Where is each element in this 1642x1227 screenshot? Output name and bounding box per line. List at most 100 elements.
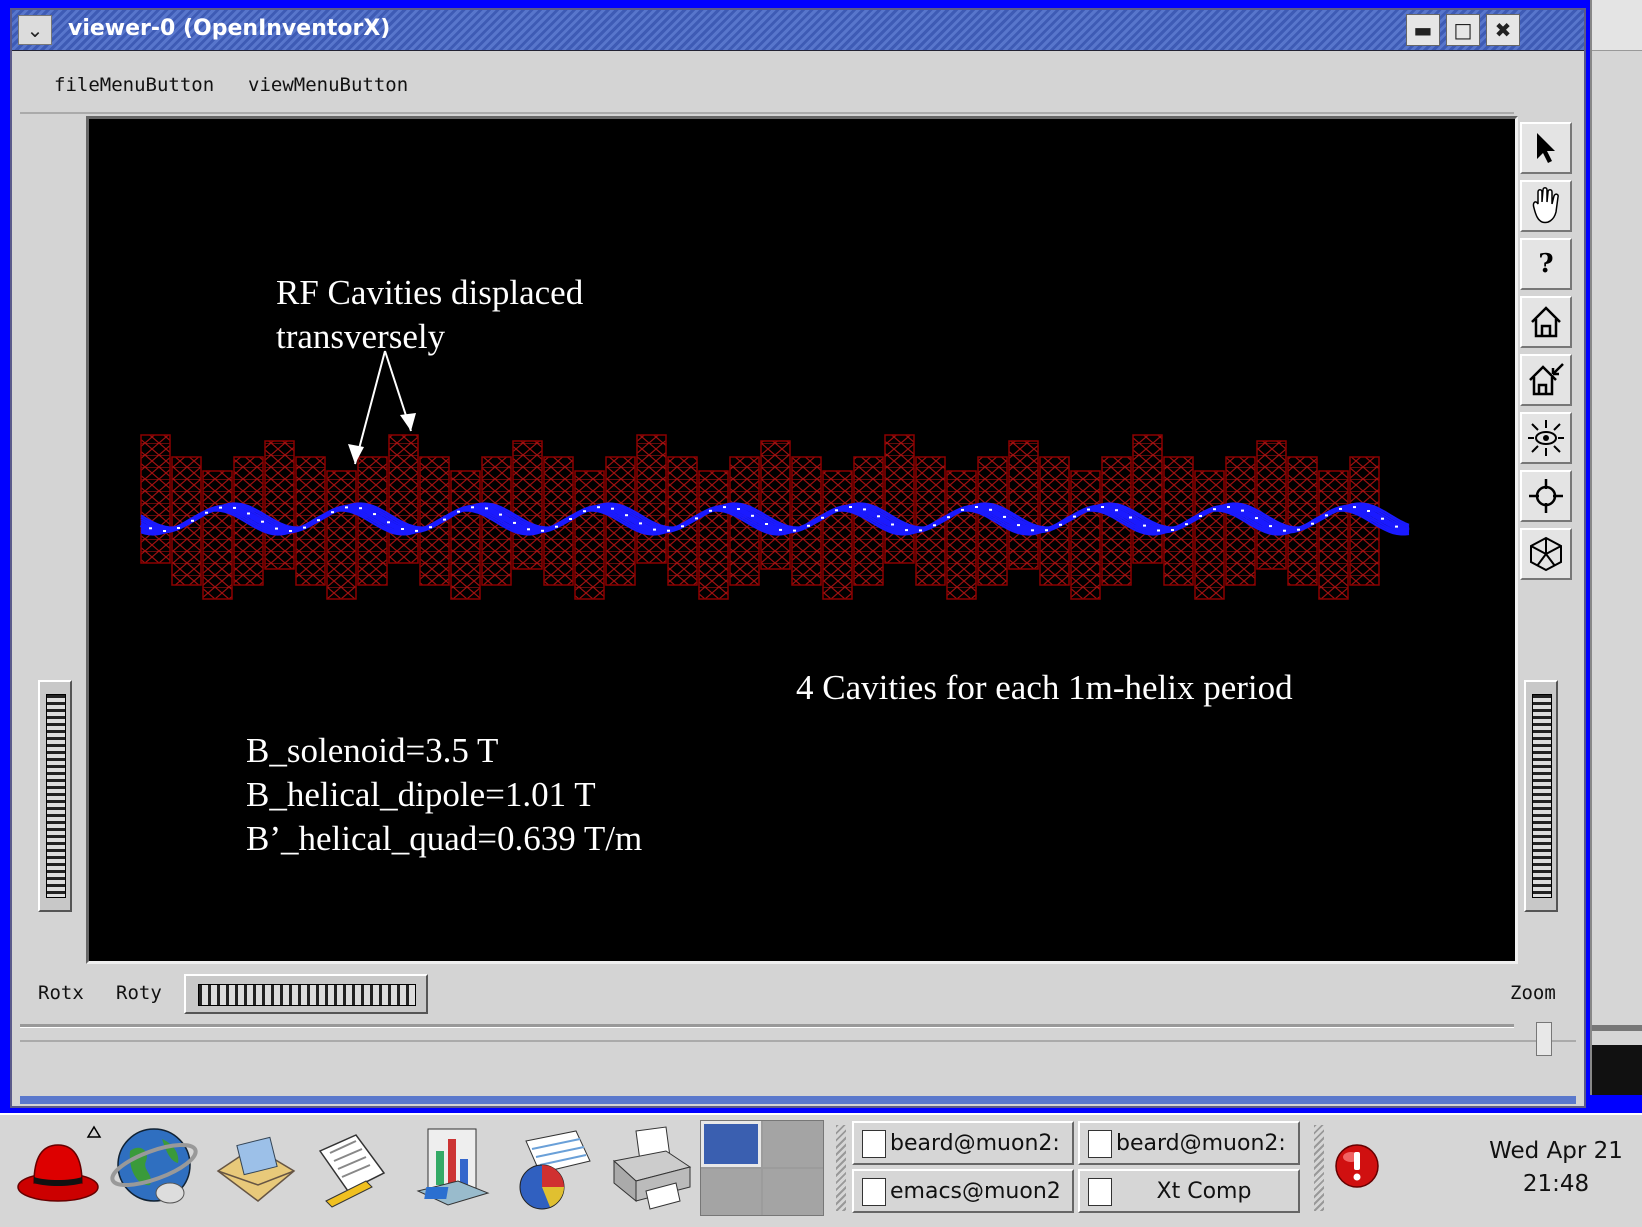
workspace-pager[interactable] [700, 1120, 824, 1216]
beam-highlight [919, 529, 922, 532]
resize-grip[interactable] [1536, 1022, 1552, 1056]
beam-highlight [233, 506, 236, 509]
workspace-3[interactable] [701, 1169, 761, 1215]
web-browser-launcher[interactable] [110, 1121, 198, 1215]
task-beard-terminal-2[interactable]: beard@muon2: [1078, 1121, 1300, 1165]
rotx-thumbwheel[interactable] [38, 680, 72, 912]
beam-highlight [779, 528, 782, 531]
printer-launcher[interactable] [606, 1121, 692, 1215]
beam-highlight [1353, 506, 1356, 509]
separator [20, 1024, 1514, 1028]
beam-highlight [219, 506, 222, 509]
beam-highlight [681, 525, 684, 528]
background-window [1590, 0, 1642, 1095]
document-icon [862, 1130, 886, 1158]
set-home-button[interactable] [1520, 354, 1572, 406]
beam-highlight [401, 528, 404, 530]
pick-mode-button[interactable] [1520, 122, 1572, 174]
beam-highlight [513, 521, 516, 524]
beam-highlight [835, 509, 838, 512]
beam-highlight [499, 513, 502, 516]
beam-highlight [541, 529, 544, 532]
rf-cavity [574, 470, 605, 600]
beam-highlight [1129, 516, 1132, 519]
notification-grip[interactable] [1314, 1125, 1324, 1211]
help-button[interactable]: ? [1520, 238, 1572, 290]
beam-highlight [1157, 529, 1160, 532]
task-xt-comp[interactable]: Xt Comp [1078, 1169, 1300, 1213]
projection-button[interactable] [1520, 528, 1572, 580]
clock-date: Wed Apr 21 [1489, 1138, 1623, 1164]
rf-cavity [1194, 470, 1225, 600]
rf-cavity [264, 440, 295, 570]
3d-viewport[interactable]: RF Cavities displaced transversely 4 Cav… [86, 116, 1518, 964]
presentation-launcher[interactable] [408, 1121, 494, 1215]
redhat-menu-button[interactable] [16, 1121, 102, 1215]
beam-highlight [359, 507, 362, 510]
set-home-icon [1529, 363, 1564, 396]
beam-highlight [667, 529, 670, 532]
beam-highlight [877, 515, 880, 518]
beam-highlight [849, 506, 852, 508]
clock[interactable]: Wed Apr 21 21:48 [1476, 1135, 1636, 1201]
tasklist-grip[interactable] [836, 1125, 846, 1211]
workspace-1[interactable] [701, 1121, 761, 1167]
seek-button[interactable] [1520, 470, 1572, 522]
printer-icon [612, 1126, 692, 1210]
beam-highlight [975, 506, 978, 508]
beam-highlight [737, 508, 740, 510]
writer-launcher[interactable] [306, 1121, 392, 1215]
beam-highlight [1339, 507, 1342, 510]
maximize-icon: □ [1453, 18, 1473, 42]
file-menu-button[interactable]: fileMenuButton [54, 74, 214, 96]
email-launcher[interactable] [210, 1121, 296, 1215]
spreadsheet-launcher[interactable] [506, 1121, 592, 1215]
beam-highlight [989, 508, 992, 511]
home-button[interactable] [1520, 296, 1572, 348]
rf-cavity [388, 434, 419, 564]
viewer-window: ⌄ viewer-0 (OpenInventorX) ▬ □ ✖ fileMen… [10, 8, 1586, 1108]
beam-highlight [1367, 510, 1370, 512]
rf-cavity [1318, 470, 1349, 600]
roty-thumbwheel[interactable] [184, 974, 428, 1014]
rotx-label: Rotx [38, 982, 84, 1004]
zoom-thumbwheel[interactable] [1524, 680, 1558, 912]
close-button[interactable]: ✖ [1486, 14, 1520, 46]
window-menu-icon[interactable]: ⌄ [18, 15, 52, 45]
beam-highlight [527, 528, 530, 531]
beam-highlight [933, 524, 936, 527]
zoom-label: Zoom [1510, 982, 1556, 1004]
beam-highlight [457, 510, 460, 513]
beam-highlight [1003, 515, 1006, 518]
view-all-button[interactable] [1520, 412, 1572, 464]
beam-highlight [1087, 508, 1090, 511]
document-icon [862, 1178, 886, 1206]
beam-highlight [891, 523, 894, 526]
maximize-button[interactable]: □ [1446, 14, 1480, 46]
cavities-per-period-label: 4 Cavities for each 1m-helix period [796, 668, 1293, 707]
beam-highlight [415, 529, 418, 532]
workspace-4[interactable] [763, 1169, 823, 1215]
view-mode-button[interactable] [1520, 180, 1572, 232]
clock-time: 21:48 [1522, 1171, 1590, 1197]
beam-highlight [625, 514, 628, 517]
rf-cavity [636, 434, 667, 564]
beam-highlight [1227, 506, 1230, 508]
minimize-button[interactable]: ▬ [1406, 14, 1440, 46]
beam-highlight [1031, 529, 1034, 532]
beam-highlight [723, 506, 726, 509]
document-icon [1088, 1130, 1112, 1158]
pick-arrow-icon [1537, 133, 1555, 163]
task-emacs[interactable]: emacs@muon2 [852, 1169, 1074, 1213]
beam-highlight [709, 509, 712, 512]
email-icon [216, 1136, 296, 1202]
task-beard-terminal-1[interactable]: beard@muon2: [852, 1121, 1074, 1165]
title-bar[interactable]: ⌄ viewer-0 (OpenInventorX) ▬ □ ✖ [12, 10, 1584, 51]
view-menu-button[interactable]: viewMenuButton [248, 74, 408, 96]
rf-cavity [202, 470, 233, 600]
viewer-toolbar: ? [1520, 122, 1578, 586]
workspace-2[interactable] [763, 1121, 823, 1167]
beam-highlight [1073, 515, 1076, 518]
rf-cavity [140, 434, 171, 564]
update-alert-button[interactable] [1334, 1143, 1380, 1189]
